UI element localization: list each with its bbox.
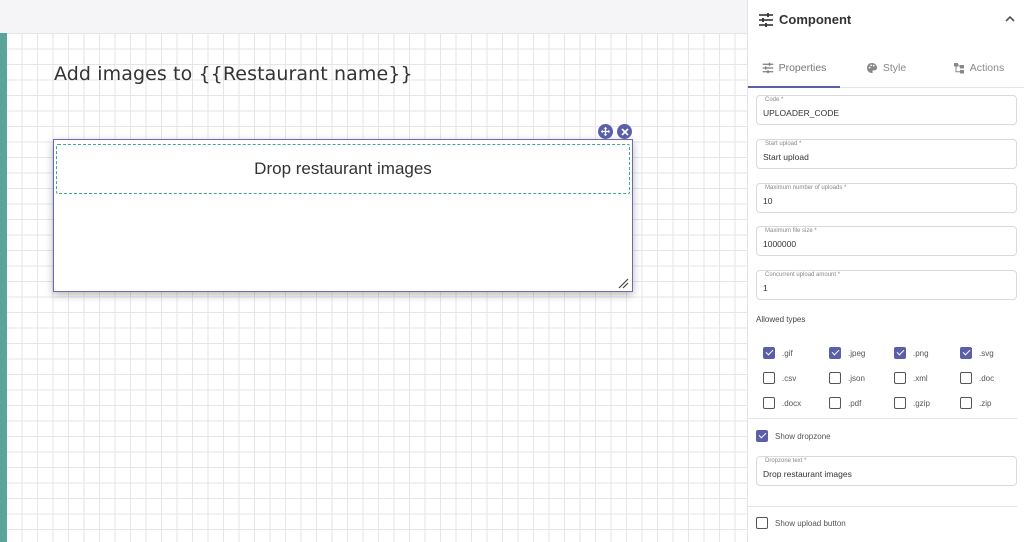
canvas-left-accent-bar [0,33,7,542]
type-label: .gif [782,348,793,358]
checkbox[interactable] [763,372,775,384]
type-label: .gzip [913,398,930,408]
resize-handle-icon[interactable] [617,277,629,289]
checkbox[interactable] [829,397,841,409]
show-dropzone-checkbox[interactable]: Show dropzone [756,430,831,442]
type-label: .zip [979,398,992,408]
type-label: .docx [782,398,802,408]
checkbox[interactable] [894,372,906,384]
show-upload-button-label: Show upload button [775,518,846,528]
panel-tabs: Properties Style Actions [748,48,1024,88]
checkbox[interactable] [829,347,841,359]
type-label: .jpeg [848,348,866,358]
sliders-icon [759,13,773,27]
type-checkbox-jpeg[interactable]: .jpeg [829,347,865,359]
start-upload-value: Start upload [763,152,809,162]
dropzone-text: Drop restaurant images [254,159,432,178]
max-file-size-label: Maximum file size * [763,228,819,234]
checkbox[interactable] [756,517,768,529]
checkbox[interactable] [894,397,906,409]
dropzone-text-field[interactable]: Dropzone text * Drop restaurant images [756,456,1017,486]
type-label: .pdf [848,398,862,408]
tab-actions-label: Actions [969,61,1005,74]
tab-style[interactable]: Style [840,48,932,87]
show-upload-button-checkbox[interactable]: Show upload button [756,517,846,529]
code-label: Code * [763,97,786,103]
checkbox[interactable] [894,347,906,359]
show-dropzone-label: Show dropzone [775,431,831,441]
uploader-component[interactable]: Drop restaurant images [53,139,633,292]
dropzone-text-value: Drop restaurant images [763,469,852,479]
checkbox[interactable] [960,372,972,384]
app-root: Add images to {{Restaurant name}} Drop r… [0,0,1024,542]
type-checkbox-csv[interactable]: .csv [763,372,796,384]
checkbox[interactable] [763,347,775,359]
type-checkbox-zip[interactable]: .zip [960,397,991,409]
type-label: .svg [979,348,994,358]
concurrent-upload-field[interactable]: Concurrent upload amount * 1 [756,270,1017,300]
tab-actions[interactable]: Actions [932,48,1024,87]
max-file-size-field[interactable]: Maximum file size * 1000000 [756,226,1017,256]
checkbox[interactable] [756,430,768,442]
type-checkbox-svg[interactable]: .svg [960,347,994,359]
type-checkbox-gif[interactable]: .gif [763,347,793,359]
type-label: .xml [913,373,928,383]
type-checkbox-png[interactable]: .png [894,347,929,359]
panel-header[interactable]: Component [748,0,1024,40]
type-checkbox-docx[interactable]: .docx [763,397,801,409]
move-icon[interactable] [598,124,613,139]
checkbox[interactable] [960,347,972,359]
concurrent-upload-value: 1 [763,283,768,293]
properties-panel: Component Properties Style Actions Code … [747,0,1024,542]
type-checkbox-xml[interactable]: .xml [894,372,928,384]
type-label: .doc [979,373,995,383]
type-label: .csv [782,373,797,383]
close-icon[interactable] [617,124,632,139]
max-uploads-field[interactable]: Maximum number of uploads * 10 [756,183,1017,213]
flow-icon [953,62,964,73]
panel-title: Component [779,12,852,27]
page-heading[interactable]: Add images to {{Restaurant name}} [54,63,413,85]
dropzone[interactable]: Drop restaurant images [56,144,630,194]
max-uploads-value: 10 [763,196,773,206]
checkbox[interactable] [763,397,775,409]
palette-icon [866,62,877,73]
canvas-top-strip [0,0,747,33]
checkbox[interactable] [960,397,972,409]
code-value: UPLOADER_CODE [763,108,840,118]
max-file-size-value: 1000000 [763,239,797,249]
start-upload-label: Start upload * [763,141,804,147]
max-uploads-label: Maximum number of uploads * [763,185,849,191]
start-upload-field[interactable]: Start upload * Start upload [756,139,1017,169]
type-checkbox-doc[interactable]: .doc [960,372,994,384]
concurrent-upload-label: Concurrent upload amount * [763,272,843,278]
allowed-types-label: Allowed types [756,315,806,324]
code-field[interactable]: Code * UPLOADER_CODE [756,95,1017,125]
sliders-icon [762,62,773,73]
checkbox[interactable] [829,372,841,384]
divider [748,418,1017,419]
type-checkbox-json[interactable]: .json [829,372,865,384]
tab-properties-label: Properties [778,61,827,74]
type-checkbox-gzip[interactable]: .gzip [894,397,930,409]
type-label: .json [848,373,865,383]
tab-style-label: Style [882,61,907,74]
tab-properties[interactable]: Properties [748,48,840,88]
type-checkbox-pdf[interactable]: .pdf [829,397,861,409]
dropzone-text-label: Dropzone text * [763,458,809,464]
chevron-up-icon[interactable] [1004,13,1016,25]
divider [748,506,1017,507]
type-label: .png [913,348,929,358]
